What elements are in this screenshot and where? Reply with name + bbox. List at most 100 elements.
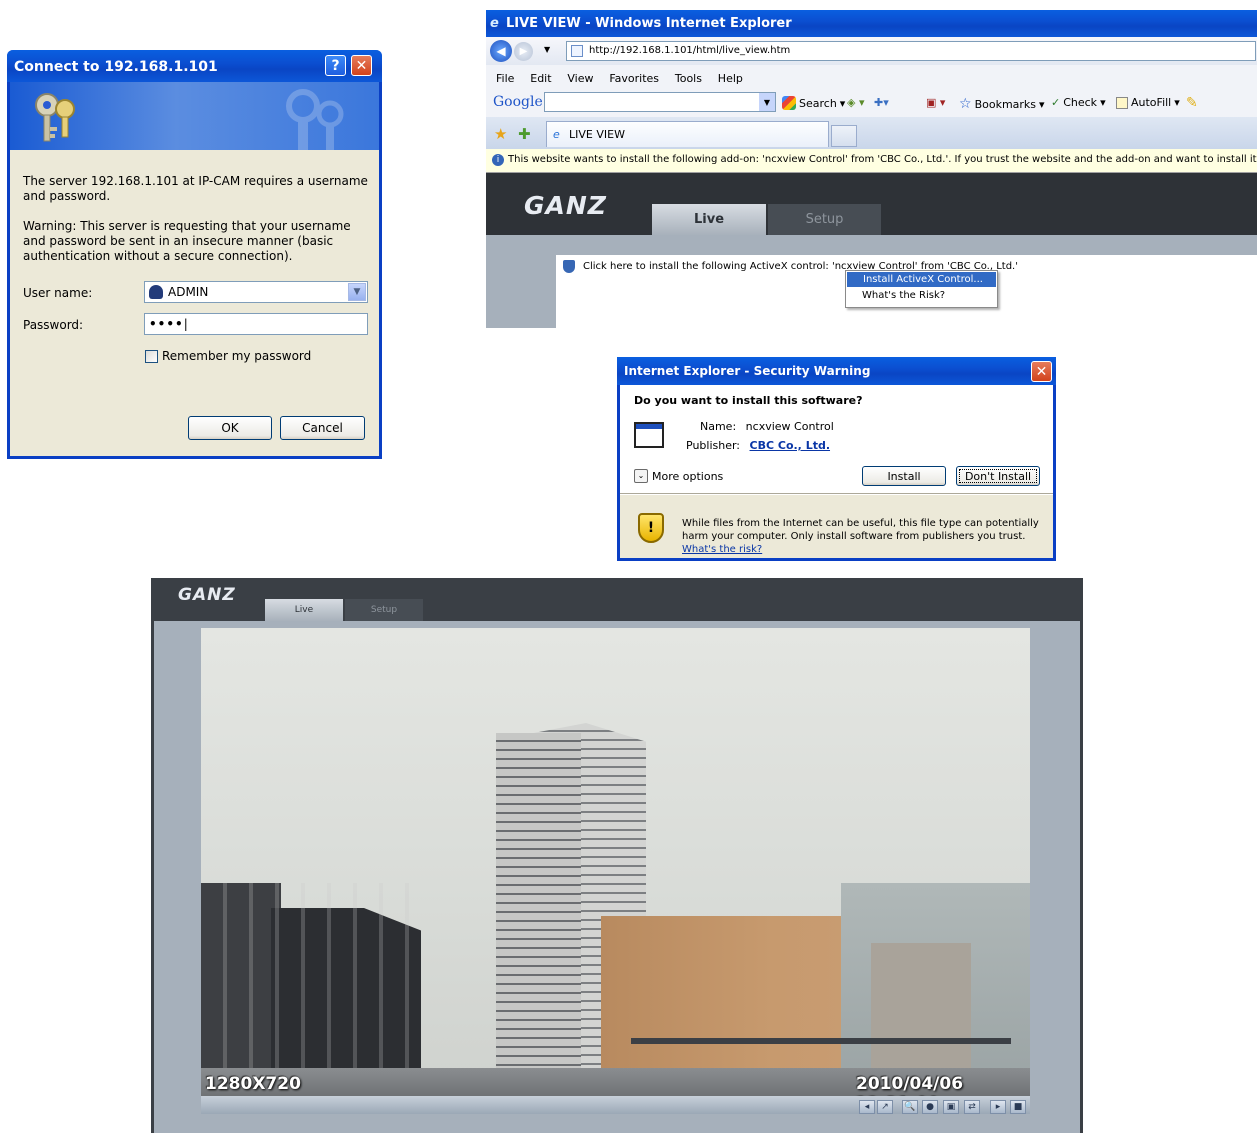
menu-favorites[interactable]: Favorites [609,72,659,85]
more-options[interactable]: ⌄ More options [634,469,723,483]
popup-blocker-icon[interactable]: ✚▾ [874,96,889,109]
ie-infobar[interactable]: i This website wants to install the foll… [486,149,1257,173]
back-icon[interactable]: ◀ [490,40,512,62]
pagerank-icon[interactable]: ◈ ▾ [847,96,864,109]
autofill-label: AutoFill [1131,96,1172,109]
divider [620,493,1053,495]
chevron-down-icon[interactable]: ▼ [348,283,366,301]
menu-file[interactable]: File [496,72,514,85]
google-search-button[interactable]: Search ▾ [782,96,845,110]
record-icon[interactable]: ● [922,1100,938,1114]
username-combobox[interactable]: ADMIN ▼ [144,281,368,303]
ie-address-row: ◀ ▶ ▼ http://192.168.1.101/html/live_vie… [486,37,1257,65]
install-question: Do you want to install this software? [634,394,863,407]
swap-icon[interactable]: ⇄ [964,1100,980,1114]
security-warning-title: Internet Explorer - Security Warning [624,364,871,378]
username-label: User name: [23,286,93,300]
history-dropdown-icon[interactable]: ▼ [544,45,550,54]
security-warning-titlebar: Internet Explorer - Security Warning ✕ [617,357,1056,385]
application-window-icon [634,422,664,448]
connect-dialog-title: Connect to 192.168.1.101 [14,59,218,75]
menu-tools[interactable]: Tools [675,72,702,85]
zoom-icon[interactable]: 🔍 [902,1100,918,1114]
dont-install-button[interactable]: Don't Install [956,466,1040,486]
snapshot-icon[interactable]: ▣ [943,1100,959,1114]
bookmarks-label: Bookmarks [974,97,1037,111]
password-input[interactable]: ••••| [144,313,368,335]
ganz-header: GANZ Live Setup [486,173,1257,235]
autofill-icon [1116,96,1128,109]
whats-the-risk-link[interactable]: What's the risk? [682,544,762,555]
security-warning-dialog: Internet Explorer - Security Warning ✕ D… [617,357,1056,561]
google-search-icon [782,96,796,110]
ganz-logo: GANZ [524,191,607,220]
star-icon: ☆ [959,96,972,112]
check-label: Check [1063,96,1098,109]
activex-area: Click here to install the following Acti… [556,255,1257,328]
tab-live-view-label: LIVE VIEW [569,128,625,141]
play-icon[interactable]: ▸ [990,1100,1006,1114]
menu-help[interactable]: Help [718,72,743,85]
menu-view[interactable]: View [567,72,593,85]
google-search-input[interactable]: ▼ [544,92,776,112]
close-button[interactable]: ✕ [351,55,372,76]
favorites-star-icon[interactable]: ★ [494,125,507,143]
ptz-diagonal-icon[interactable]: ↗ [877,1100,893,1114]
address-url: http://192.168.1.101/html/live_view.htm [589,45,791,56]
tab-setup[interactable]: Setup [345,599,423,621]
ie-logo-icon: e [490,16,499,31]
infobar-text: This website wants to install the follow… [508,154,1257,165]
new-tab-button[interactable] [831,125,857,147]
tab-setup[interactable]: Setup [768,204,881,235]
help-button[interactable]: ? [325,55,346,76]
live-viewer: GANZ Live Setup 1280X720 2010/04/06 22:3… [151,578,1083,1133]
autofill-button[interactable]: AutoFill ▾ [1116,96,1180,109]
remember-checkbox[interactable] [145,349,158,363]
bookmarks-button[interactable]: ☆ Bookmarks ▾ [959,96,1045,112]
remember-password-option[interactable]: Remember my password [145,349,311,363]
security-notice: While files from the Internet can be use… [682,517,1047,556]
remember-label: Remember my password [162,349,312,363]
cancel-button[interactable]: Cancel [280,416,365,440]
name-label: Name: [700,420,737,433]
password-value: •••• [149,317,184,331]
address-bar[interactable]: http://192.168.1.101/html/live_view.htm [566,41,1256,61]
timestamp-overlay: 2010/04/06 22:31:09 [856,1074,964,1096]
install-activex-menu-item[interactable]: Install ActiveX Control... [847,272,996,287]
chevron-down-icon[interactable]: ⌄ [634,469,648,483]
camera-video-feed: 1280X720 2010/04/06 22:31:09 [201,628,1030,1096]
stop-icon[interactable]: ■ [1010,1100,1026,1114]
highlight-icon[interactable]: ✎ [1186,95,1198,111]
google-logo: Google [493,94,543,110]
ok-button[interactable]: OK [188,416,272,440]
close-button[interactable]: ✕ [1031,361,1052,382]
forward-icon[interactable]: ▶ [514,42,533,61]
ie-tab-row: ★ ✚ e LIVE VIEW [486,117,1257,149]
ptz-left-icon[interactable]: ◂ [859,1100,875,1114]
ie-tab-icon: e [553,128,560,141]
more-options-label: More options [652,469,724,483]
add-favorites-icon[interactable]: ✚ [518,125,531,143]
connect-dialog: Connect to 192.168.1.101 ? ✕ The server … [7,50,382,459]
whats-the-risk-menu-item[interactable]: What's the Risk? [846,288,997,303]
chevron-down-icon[interactable]: ▼ [759,93,775,111]
news-icon[interactable]: ▣ ▾ [926,96,945,109]
name-value: ncxview Control [745,420,834,433]
connect-dialog-titlebar: Connect to 192.168.1.101 ? ✕ [7,50,382,82]
tab-live[interactable]: Live [265,599,343,621]
spellcheck-button[interactable]: ✓ Check ▾ [1051,96,1106,109]
search-label: Search [799,96,837,110]
security-warning-body: Do you want to install this software? Na… [620,385,1053,493]
publisher-label: Publisher: [686,439,741,452]
user-icon [149,285,163,299]
ie-window-title: LIVE VIEW - Windows Internet Explorer [506,16,792,31]
tab-live[interactable]: Live [652,204,766,235]
install-button[interactable]: Install [862,466,946,486]
publisher-link[interactable]: CBC Co., Ltd. [750,439,831,452]
tower-building-side [496,733,581,1096]
ie-titlebar: e LIVE VIEW - Windows Internet Explorer [486,10,1257,37]
menu-edit[interactable]: Edit [530,72,551,85]
resolution-overlay: 1280X720 [205,1074,301,1094]
tab-live-view[interactable]: e LIVE VIEW [546,121,829,147]
info-icon: i [492,154,504,166]
